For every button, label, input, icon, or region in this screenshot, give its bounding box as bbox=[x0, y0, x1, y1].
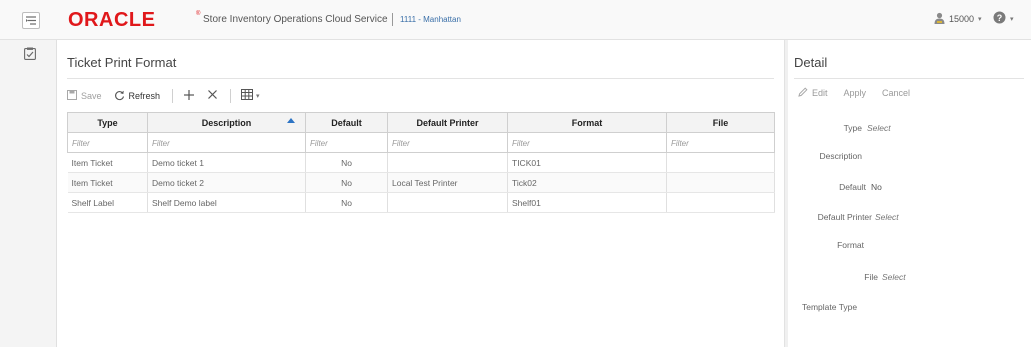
column-header-description[interactable]: Description bbox=[147, 112, 306, 133]
table-row[interactable]: Item Ticket Demo ticket 1 No TICK01 bbox=[67, 152, 775, 173]
table-header-row: Type Description Default Default Printer… bbox=[67, 112, 775, 133]
cell-description: Shelf Demo label bbox=[147, 192, 306, 213]
edit-label: Edit bbox=[812, 88, 828, 98]
detail-toolbar: Edit Apply Cancel bbox=[798, 87, 910, 99]
chevron-down-icon: ▾ bbox=[978, 16, 982, 23]
toolbar-separator bbox=[172, 89, 174, 103]
help-menu[interactable]: ? ▾ bbox=[993, 11, 1014, 27]
registered-mark: ® bbox=[196, 11, 201, 17]
user-menu[interactable]: 15000 ▾ bbox=[934, 12, 982, 26]
left-rail bbox=[0, 40, 57, 347]
detail-panel: Detail Edit Apply Cancel Type Select Des… bbox=[788, 40, 1031, 347]
svg-text:?: ? bbox=[997, 13, 1003, 23]
cell-format: Tick02 bbox=[507, 172, 667, 193]
user-id: 15000 bbox=[949, 14, 975, 24]
filter-input-default[interactable] bbox=[310, 138, 387, 148]
type-label: Type bbox=[843, 123, 862, 133]
edit-icon bbox=[798, 87, 808, 99]
tasks-icon[interactable] bbox=[24, 47, 36, 63]
filter-input-format[interactable] bbox=[512, 138, 666, 148]
cell-default-printer: Local Test Printer bbox=[387, 172, 508, 193]
chevron-down-icon: ▾ bbox=[256, 93, 260, 100]
column-header-format[interactable]: Format bbox=[507, 112, 667, 133]
chevron-down-icon: ▾ bbox=[1010, 16, 1014, 23]
menu-button[interactable] bbox=[22, 12, 40, 29]
filter-input-description[interactable] bbox=[152, 138, 305, 148]
filter-input-file[interactable] bbox=[671, 138, 774, 148]
default-printer-select[interactable]: Select bbox=[875, 212, 899, 222]
cancel-button[interactable]: Cancel bbox=[882, 88, 910, 98]
cell-default: No bbox=[305, 192, 388, 213]
file-label: File bbox=[864, 272, 878, 282]
column-header-file[interactable]: File bbox=[666, 112, 775, 133]
cell-file bbox=[666, 152, 775, 173]
save-icon bbox=[67, 90, 77, 102]
main-panel: Ticket Print Format Save Refresh ▾ Type … bbox=[57, 40, 784, 347]
table-row[interactable]: Item Ticket Demo ticket 2 No Local Test … bbox=[67, 172, 775, 193]
header-separator bbox=[392, 13, 393, 26]
cell-file bbox=[666, 192, 775, 213]
user-icon bbox=[934, 12, 945, 26]
save-label: Save bbox=[81, 91, 102, 101]
format-label: Format bbox=[837, 240, 864, 250]
default-printer-label: Default Printer bbox=[817, 212, 872, 222]
type-select[interactable]: Select bbox=[867, 123, 891, 133]
delete-icon bbox=[207, 89, 218, 103]
column-header-type[interactable]: Type bbox=[67, 112, 148, 133]
refresh-icon bbox=[114, 90, 125, 103]
filter-input-default-printer[interactable] bbox=[392, 138, 507, 148]
columns-menu-button[interactable]: ▾ bbox=[241, 89, 260, 103]
refresh-button[interactable]: Refresh bbox=[114, 90, 161, 103]
cell-description: Demo ticket 2 bbox=[147, 172, 306, 193]
help-icon: ? bbox=[993, 11, 1006, 27]
cell-default: No bbox=[305, 152, 388, 173]
add-icon bbox=[183, 89, 195, 104]
app-header: ORACLE ® Store Inventory Operations Clou… bbox=[0, 0, 1031, 40]
cell-default-printer bbox=[387, 152, 508, 173]
default-label: Default bbox=[839, 182, 866, 192]
cell-type: Item Ticket bbox=[67, 152, 148, 173]
page-title: Ticket Print Format bbox=[67, 55, 177, 70]
grid-toolbar: Save Refresh ▾ bbox=[67, 87, 272, 105]
cell-file bbox=[666, 172, 775, 193]
save-button[interactable]: Save bbox=[67, 90, 102, 102]
add-button[interactable] bbox=[183, 89, 195, 104]
toolbar-separator bbox=[230, 89, 232, 103]
cell-type: Item Ticket bbox=[67, 172, 148, 193]
delete-button[interactable] bbox=[207, 89, 218, 103]
default-value[interactable]: No bbox=[871, 182, 882, 192]
store-link[interactable]: 1111 - Manhattan bbox=[400, 15, 461, 24]
detail-divider bbox=[794, 78, 1024, 79]
file-select[interactable]: Select bbox=[882, 272, 906, 282]
apply-button[interactable]: Apply bbox=[844, 88, 867, 98]
edit-button[interactable]: Edit bbox=[798, 87, 828, 99]
cell-format: Shelf01 bbox=[507, 192, 667, 213]
title-divider bbox=[67, 78, 774, 79]
columns-icon bbox=[241, 89, 254, 103]
column-header-default[interactable]: Default bbox=[305, 112, 388, 133]
column-header-default-printer[interactable]: Default Printer bbox=[387, 112, 508, 133]
cell-default: No bbox=[305, 172, 388, 193]
template-type-label: Template Type bbox=[802, 302, 858, 312]
app-title: Store Inventory Operations Cloud Service bbox=[203, 14, 388, 25]
table-row[interactable]: Shelf Label Shelf Demo label No Shelf01 bbox=[67, 192, 775, 213]
detail-title: Detail bbox=[794, 55, 828, 70]
cell-type: Shelf Label bbox=[67, 192, 148, 213]
cell-format: TICK01 bbox=[507, 152, 667, 173]
ticket-format-table: Type Description Default Default Printer… bbox=[67, 112, 775, 213]
cell-description: Demo ticket 1 bbox=[147, 152, 306, 173]
menu-icon bbox=[25, 15, 37, 26]
cell-default-printer bbox=[387, 192, 508, 213]
filter-input-type[interactable] bbox=[72, 138, 147, 148]
filter-row bbox=[67, 132, 775, 153]
oracle-logo: ORACLE bbox=[68, 9, 156, 31]
refresh-label: Refresh bbox=[128, 91, 161, 101]
sort-ascending-icon[interactable] bbox=[287, 118, 295, 123]
description-label: Description bbox=[819, 151, 862, 161]
